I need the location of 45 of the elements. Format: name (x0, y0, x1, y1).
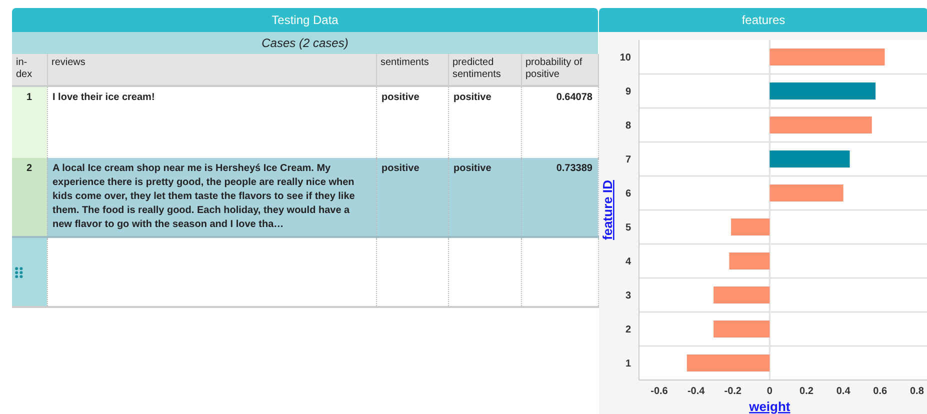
bar[interactable] (729, 252, 770, 270)
bar[interactable] (770, 150, 850, 168)
bar[interactable] (770, 48, 885, 66)
column-header[interactable]: in-dex (12, 54, 47, 86)
y-tick-label: 10 (620, 52, 631, 64)
x-tick-label: -0.4 (687, 386, 705, 397)
table-cell: 0.73389 (521, 158, 598, 237)
bar[interactable] (714, 320, 770, 338)
column-header[interactable]: probability of positive (521, 54, 598, 86)
row-index: 2 (12, 158, 47, 237)
y-tick-label: 1 (625, 358, 631, 370)
x-tick-label: 0.6 (873, 386, 888, 397)
x-tick-label: 0 (766, 386, 772, 397)
x-tick-label: 0.8 (910, 386, 924, 397)
axis-title[interactable]: feature ID (600, 180, 615, 240)
column-header[interactable]: predicted sentiments (448, 54, 521, 86)
y-tick-label: 3 (625, 290, 631, 302)
y-tick-label: 5 (625, 222, 631, 234)
table-cell: positive (376, 158, 448, 237)
bar[interactable] (770, 82, 876, 100)
table-caption: Cases (2 cases) (12, 32, 598, 54)
drag-handle-icon[interactable] (15, 266, 23, 278)
y-tick-label: 8 (625, 120, 631, 132)
table-cell: positive (448, 158, 521, 237)
x-tick-label: 0.4 (836, 386, 850, 397)
bar[interactable] (731, 218, 770, 236)
bar[interactable] (686, 354, 770, 372)
x-tick-label: -0.2 (724, 386, 742, 397)
y-tick-label: 7 (625, 154, 631, 166)
bar[interactable] (714, 286, 770, 304)
row-index: 1 (12, 86, 47, 158)
column-header[interactable]: reviews (47, 54, 376, 86)
panel-title: Testing Data (12, 8, 598, 32)
y-tick-label: 4 (625, 256, 631, 268)
column-header[interactable]: sentiments (376, 54, 448, 86)
axis-title[interactable]: weight (749, 399, 790, 414)
y-tick-label: 9 (625, 86, 631, 98)
x-tick-label: 0.2 (800, 386, 814, 397)
y-tick-label: 2 (625, 324, 631, 336)
panel-title: features (599, 8, 927, 32)
x-tick-label: -0.6 (650, 386, 668, 397)
bar[interactable] (770, 184, 844, 202)
y-tick-label: 6 (625, 188, 631, 200)
bar[interactable] (770, 116, 872, 134)
table-cell: A local Ice cream shop near me is Hersheyś Ice Cream. My experience there is pretty good, the people are really nice when kids come over, they let them taste the flavors to see if they like them. The food is really good. Each holiday, they would have a new flavor to go with the season and I love tha… (47, 158, 376, 237)
